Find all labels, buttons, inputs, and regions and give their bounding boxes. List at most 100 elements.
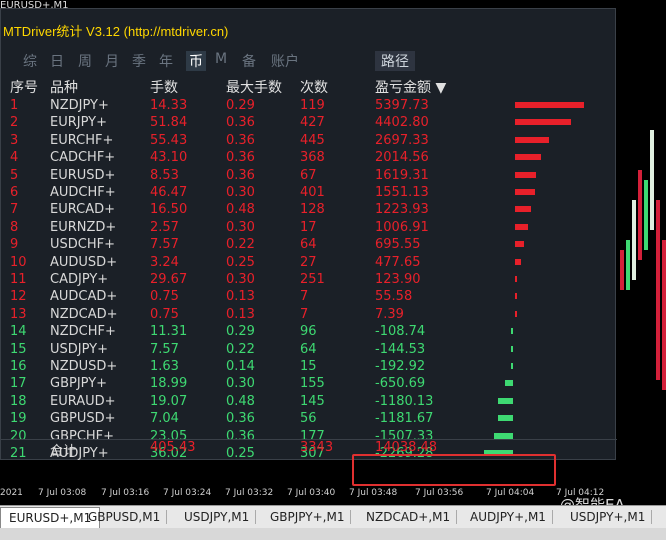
header-count[interactable]: 次数: [300, 77, 328, 97]
row-symbol: NZDJPY+: [50, 98, 109, 113]
time-tick: 7 Jul 04:04: [486, 488, 535, 498]
symbol-tab[interactable]: GBPJPY+,M1: [270, 510, 352, 524]
table-row[interactable]: 8 EURNZD+ 2.57 0.30 17 1006.91: [1, 220, 617, 237]
symbol-tab[interactable]: USDJPY,M1: [184, 510, 257, 524]
row-count: 119: [300, 98, 325, 113]
tab-4[interactable]: 季: [132, 51, 146, 71]
table-row[interactable]: 18 EURAUD+ 19.07 0.48 145 -1180.13: [1, 394, 617, 411]
row-index: 7: [10, 202, 19, 218]
row-index: 12: [10, 289, 27, 305]
row-pnl: 2014.56: [375, 150, 429, 166]
stats-panel: MTDriver统计 V3.12 (http://mtdriver.cn) 综日…: [0, 8, 617, 461]
table-row[interactable]: 17 GBPJPY+ 18.99 0.30 155 -650.69: [1, 376, 617, 393]
row-index: 18: [10, 393, 27, 409]
table-row[interactable]: 5 EURUSD+ 8.53 0.36 67 1619.31: [1, 168, 617, 185]
row-index: 10: [10, 254, 27, 270]
table-row[interactable]: 16 NZDUSD+ 1.63 0.14 15 -192.92: [1, 359, 617, 376]
row-symbol: AUDCAD+: [50, 289, 118, 305]
table-row[interactable]: 10 AUDUSD+ 3.24 0.25 27 477.65: [1, 255, 617, 272]
table-row[interactable]: 3 EURCHF+ 55.43 0.36 445 2697.33: [1, 133, 617, 150]
table-row[interactable]: 12 AUDCAD+ 0.75 0.13 7 55.58: [1, 289, 617, 306]
row-lots: 1.63: [150, 359, 179, 374]
row-max-lots: 0.48: [226, 393, 255, 409]
row-pnl: 1551.13: [375, 185, 429, 200]
row-pnl: -108.74: [375, 324, 426, 340]
row-max-lots: 0.13: [226, 289, 255, 305]
symbol-tab[interactable]: NZDCAD+,M1: [366, 510, 458, 524]
row-count: 128: [300, 202, 325, 218]
row-count: 56: [300, 411, 317, 427]
time-tick: 2021: [0, 488, 23, 498]
row-max-lots: 0.25: [226, 254, 255, 270]
pnl-bar: [497, 397, 513, 404]
row-index: 19: [10, 411, 27, 427]
pnl-bar: [515, 189, 535, 195]
row-index: 6: [10, 185, 19, 200]
symbol-tab[interactable]: EURUSD+,M1: [0, 507, 101, 528]
candle: [662, 240, 666, 390]
header-max-lots[interactable]: 最大手数: [226, 77, 282, 97]
row-pnl: 477.65: [375, 254, 421, 270]
symbol-tab[interactable]: GBPUSD,M1: [88, 510, 168, 524]
tab-9[interactable]: 账户: [271, 51, 299, 71]
row-count: 368: [300, 150, 325, 166]
row-index: 11: [10, 272, 27, 287]
pnl-bar: [515, 258, 522, 265]
table-row[interactable]: 13 NZDCAD+ 0.75 0.13 7 7.39: [1, 307, 617, 324]
row-pnl: 2697.33: [375, 132, 429, 148]
table-row[interactable]: 1 NZDJPY+ 14.33 0.29 119 5397.73: [1, 98, 617, 115]
row-lots: 18.99: [150, 376, 188, 392]
candle: [632, 200, 636, 280]
tab-3[interactable]: 月: [105, 51, 119, 71]
symbol-tab[interactable]: AUDJPY+,M1: [470, 510, 553, 524]
row-symbol: EURAUD+: [50, 393, 116, 409]
row-count: 17: [300, 219, 317, 235]
table-row[interactable]: 9 USDCHF+ 7.57 0.22 64 695.55: [1, 237, 617, 254]
table-row[interactable]: 6 AUDCHF+ 46.47 0.30 401 1551.13: [1, 185, 617, 202]
row-lots: 0.75: [150, 289, 179, 305]
pnl-bar: [515, 223, 528, 230]
tab-route[interactable]: 路径: [375, 51, 415, 71]
row-symbol: EURUSD+: [50, 167, 116, 183]
row-max-lots: 0.29: [226, 324, 255, 340]
symbol-tab[interactable]: USDJPY+,M1: [570, 510, 653, 524]
row-pnl: 123.90: [375, 272, 421, 287]
tab-0[interactable]: 综: [23, 51, 37, 71]
time-tick: 7 Jul 03:40: [287, 488, 336, 498]
tab-6[interactable]: 币: [186, 51, 206, 71]
row-count: 67: [300, 167, 317, 183]
row-index: 15: [10, 341, 27, 357]
row-pnl: -144.53: [375, 341, 426, 357]
tab-7[interactable]: M: [215, 51, 227, 67]
header-pnl[interactable]: 盈亏金额 ▼: [375, 77, 446, 97]
row-lots: 19.07: [150, 393, 188, 409]
row-lots: 43.10: [150, 150, 188, 166]
tab-2[interactable]: 周: [78, 51, 92, 71]
row-count: 445: [300, 132, 325, 148]
pnl-bar: [515, 206, 531, 213]
highlight-box: [352, 454, 556, 486]
row-max-lots: 0.30: [226, 185, 255, 200]
header-idx: 序号: [10, 80, 38, 96]
table-row[interactable]: 15 USDJPY+ 7.57 0.22 64 -144.53: [1, 342, 617, 359]
header-symbol[interactable]: 品种: [50, 77, 78, 97]
total-count: 3343: [300, 440, 334, 455]
pnl-bar: [515, 154, 541, 161]
row-lots: 8.53: [150, 167, 179, 183]
row-count: 251: [300, 272, 325, 287]
table-row[interactable]: 11 CADJPY+ 29.67 0.30 251 123.90: [1, 272, 617, 289]
tab-5[interactable]: 年: [159, 51, 173, 71]
row-index: 8: [10, 219, 19, 235]
pnl-bar: [504, 380, 513, 387]
candle: [656, 200, 660, 380]
table-row[interactable]: 4 CADCHF+ 43.10 0.36 368 2014.56: [1, 150, 617, 167]
table-row[interactable]: 19 GBPUSD+ 7.04 0.36 56 -1181.67: [1, 411, 617, 428]
row-lots: 51.84: [150, 115, 188, 131]
tab-1[interactable]: 日: [50, 51, 64, 71]
table-row[interactable]: 14 NZDCHF+ 11.31 0.29 96 -108.74: [1, 324, 617, 341]
table-row[interactable]: 2 EURJPY+ 51.84 0.36 427 4402.80: [1, 115, 617, 132]
table-row[interactable]: 7 EURCAD+ 16.50 0.48 128 1223.93: [1, 202, 617, 219]
row-lots: 7.57: [150, 237, 179, 253]
tab-8[interactable]: 备: [242, 51, 256, 71]
header-lots[interactable]: 手数: [150, 77, 178, 97]
